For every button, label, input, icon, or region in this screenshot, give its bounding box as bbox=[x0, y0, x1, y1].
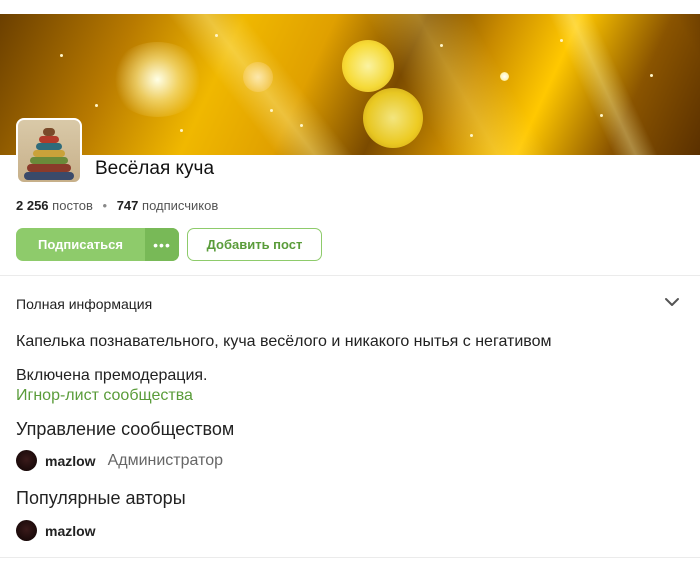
banner-sparkle bbox=[300, 124, 303, 127]
subscribe-button-group: Подписаться ••• bbox=[16, 228, 179, 261]
banner-glow bbox=[243, 62, 273, 92]
subscribers-label: подписчиков bbox=[142, 198, 219, 213]
community-description: Капелька познавательного, куча весёлого … bbox=[16, 333, 552, 350]
subscribers-count: 747 bbox=[116, 198, 139, 213]
banner-sparkle bbox=[95, 104, 98, 107]
ignore-list-link[interactable]: Игнор-лист сообщества bbox=[16, 387, 193, 405]
member-role: Администратор bbox=[107, 451, 224, 469]
banner-sparkle bbox=[500, 72, 509, 81]
banner-sparkle bbox=[470, 134, 473, 137]
premoderation-note: Включена премодерация. bbox=[16, 367, 208, 384]
banner-sparkle bbox=[180, 129, 183, 132]
community-stats: 2 256 постов • 747 подписчиков bbox=[16, 198, 218, 213]
popular-authors-title: Популярные авторы bbox=[16, 488, 186, 508]
banner-sparkle bbox=[600, 114, 603, 117]
community-avatar[interactable] bbox=[16, 118, 82, 184]
banner-sparkle bbox=[440, 44, 443, 47]
banner-light-ray bbox=[520, 14, 692, 155]
posts-label: постов bbox=[52, 198, 93, 213]
community-title: Весёлая куча bbox=[95, 158, 215, 179]
author-name[interactable]: mazlow bbox=[45, 523, 96, 539]
management-member[interactable]: mazlow Администратор bbox=[16, 450, 223, 471]
banner-sparkle bbox=[650, 74, 653, 77]
divider bbox=[0, 557, 700, 558]
popular-author[interactable]: mazlow bbox=[16, 520, 96, 541]
avatar bbox=[16, 520, 37, 541]
banner-sparkle bbox=[560, 39, 563, 42]
posts-count: 2 256 bbox=[16, 198, 49, 213]
chevron-down-icon[interactable] bbox=[663, 295, 681, 309]
banner-sparkle bbox=[270, 109, 273, 112]
community-banner bbox=[0, 14, 700, 155]
add-post-button[interactable]: Добавить пост bbox=[187, 228, 322, 261]
top-strip bbox=[0, 0, 700, 14]
banner-glow bbox=[110, 42, 205, 117]
avatar bbox=[16, 450, 37, 471]
divider bbox=[0, 275, 700, 276]
management-title: Управление сообществом bbox=[16, 419, 235, 439]
banner-light-ray bbox=[640, 14, 700, 155]
member-name[interactable]: mazlow bbox=[45, 453, 96, 469]
banner-orb bbox=[342, 40, 394, 92]
banner-sparkle bbox=[60, 54, 63, 57]
subscribe-button[interactable]: Подписаться bbox=[16, 237, 145, 252]
stats-separator: • bbox=[102, 198, 108, 213]
more-options-button[interactable]: ••• bbox=[145, 228, 179, 261]
banner-orb bbox=[363, 88, 423, 148]
full-info-title[interactable]: Полная информация bbox=[16, 296, 152, 312]
banner-sparkle bbox=[215, 34, 218, 37]
